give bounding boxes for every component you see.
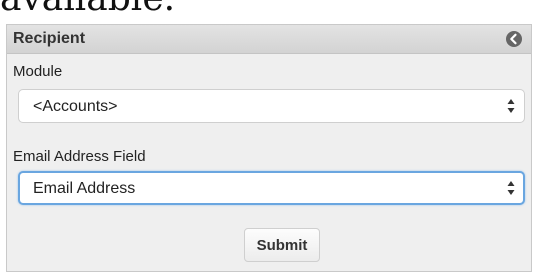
module-label: Module (13, 63, 63, 80)
document-heading-fragment: available. (0, 0, 175, 19)
panel-title: Recipient (13, 30, 86, 47)
email-address-field-select[interactable]: Email Address (18, 171, 525, 205)
recipient-panel: Recipient Module <Accounts> Email Addres… (6, 24, 532, 272)
circle-arrow-left-icon[interactable] (505, 30, 523, 48)
panel-header: Recipient (7, 25, 531, 54)
email-field-label: Email Address Field (13, 148, 146, 165)
module-select-value: <Accounts> (33, 98, 118, 115)
select-arrows-icon (507, 180, 515, 196)
select-arrows-icon (507, 98, 515, 114)
email-field-select-value: Email Address (33, 180, 136, 197)
submit-button[interactable]: Submit (244, 228, 320, 262)
module-select[interactable]: <Accounts> (18, 89, 525, 123)
